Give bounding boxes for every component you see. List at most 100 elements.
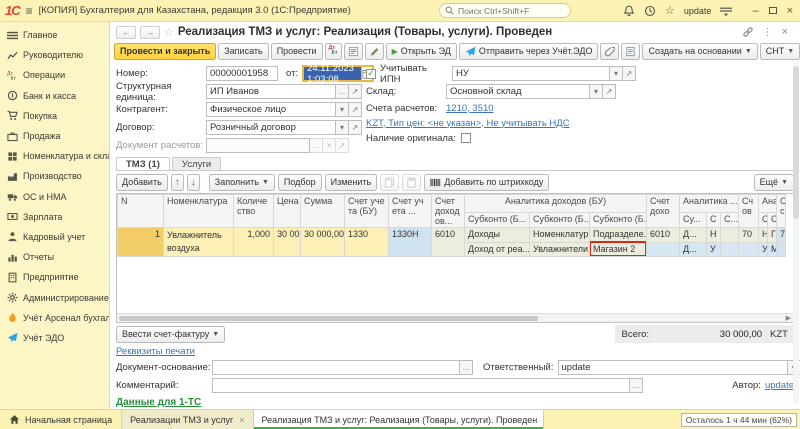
horizontal-scrollbar[interactable]: ▶ <box>117 313 793 322</box>
cell-account-nu[interactable]: 1330Н <box>389 228 432 257</box>
home-page-tab[interactable]: Начальная страница <box>0 410 122 429</box>
open-ed-button[interactable]: ▶Открыть ЭД <box>386 43 457 60</box>
table-row[interactable]: 1 Увлажнитель воздуха 1,000 30 00 30 000… <box>118 228 786 257</box>
cell-subkonto2[interactable]: Номенклатур...Увлажнители... <box>530 228 590 257</box>
cell-income-account-nu[interactable]: 6010 <box>647 228 680 257</box>
comment-field[interactable] <box>212 378 630 393</box>
dropdown-button[interactable]: ▾ <box>590 84 603 99</box>
search-input[interactable] <box>458 6 565 16</box>
paste-rows-button[interactable] <box>402 174 421 191</box>
enter-invoice-button[interactable]: Ввести счет-фактуру▼ <box>116 326 225 343</box>
open-button[interactable]: ↗ <box>349 120 362 135</box>
window-tab-document[interactable]: Реализация ТМЗ и услуг: Реализация (Това… <box>254 410 544 429</box>
cell-a3[interactable] <box>721 228 739 257</box>
edo-state-button[interactable] <box>621 43 640 60</box>
sidebar-item-purchase[interactable]: Покупка <box>0 106 109 126</box>
open-button[interactable]: ↗ <box>336 138 349 153</box>
close-window-button[interactable]: × <box>787 6 793 16</box>
cell-nomenclature[interactable]: Увлажнитель воздуха <box>164 228 234 257</box>
tab-services[interactable]: Услуги <box>172 157 221 170</box>
close-document-icon[interactable]: × <box>782 26 788 38</box>
sidebar-item-edo[interactable]: Учёт ЭДО <box>0 328 109 348</box>
dropdown-button[interactable]: ▾ <box>336 102 349 117</box>
data-1tc-section[interactable]: Данные для 1-ТС <box>110 394 800 409</box>
send-edo-button[interactable]: Отправить через Учёт.ЭДО <box>459 43 599 60</box>
post-button[interactable]: Провести <box>271 43 323 60</box>
add-by-barcode-button[interactable]: Добавить по штрихкоду <box>424 174 549 191</box>
cell-a1[interactable]: Д...Д... <box>680 228 707 257</box>
ipn-checkbox[interactable]: ✓ <box>366 69 376 79</box>
choose-button[interactable]: ... <box>336 84 349 99</box>
sidebar-item-administration[interactable]: Администрирование <box>0 287 109 307</box>
open-button[interactable]: ↗ <box>349 84 362 99</box>
move-down-button[interactable]: ↓ <box>187 174 200 191</box>
open-button[interactable]: ↗ <box>349 102 362 117</box>
scrollbar-thumb[interactable] <box>793 66 799 219</box>
snt-button[interactable]: СНТ▼ <box>760 43 800 60</box>
sidebar-item-enterprise[interactable]: Предприятие <box>0 267 109 287</box>
scrollbar-thumb[interactable] <box>119 316 538 321</box>
sidebar-item-sales[interactable]: Продажа <box>0 126 109 146</box>
close-tab-icon[interactable]: × <box>239 415 244 425</box>
cell-income-account[interactable]: 6010 <box>432 228 465 257</box>
contractor-field[interactable]: Физическое лицо <box>206 102 336 117</box>
attachments-button[interactable] <box>600 43 619 60</box>
cell-subkonto3[interactable]: Подразделе...Магазин 2 <box>590 228 647 257</box>
cell-acc2[interactable]: 70 <box>739 228 759 257</box>
global-search[interactable] <box>439 3 571 18</box>
add-row-button[interactable]: Добавить <box>116 174 168 191</box>
edit-button[interactable] <box>365 43 384 60</box>
settlement-doc-field[interactable] <box>206 138 310 153</box>
cell-b2[interactable]: ГМ <box>768 228 777 257</box>
more-menu-icon[interactable]: ⋮ <box>763 27 773 38</box>
cell-b1[interactable]: НУ <box>759 228 768 257</box>
window-tab-list[interactable]: Реализации ТМЗ и услуг× <box>122 410 253 429</box>
contract-field[interactable]: Розничный договор <box>206 120 336 135</box>
service-menu-icon[interactable] <box>720 5 732 17</box>
notifications-bell-icon[interactable] <box>623 5 635 17</box>
scroll-right-arrow[interactable]: ▶ <box>786 314 793 322</box>
cell-subkonto1[interactable]: ДоходыДоход от реа... <box>465 228 530 257</box>
structural-unit-field[interactable]: ИП Иванов <box>206 84 336 99</box>
ipn-field[interactable]: НУ <box>452 66 610 81</box>
cell-last[interactable]: 7 <box>777 228 786 257</box>
move-up-button[interactable]: ↑ <box>171 174 184 191</box>
number-field[interactable]: 00000001958 <box>206 66 278 81</box>
open-button[interactable]: ↗ <box>603 84 616 99</box>
choose-button[interactable]: ... <box>460 360 473 375</box>
post-and-close-button[interactable]: Провести и закрыть <box>114 43 216 60</box>
write-button[interactable]: Записать <box>218 43 268 60</box>
settlement-accounts-link[interactable]: 1210, 3510 <box>446 103 494 114</box>
sidebar-item-operations[interactable]: ДтКтОперации <box>0 65 109 85</box>
sidebar-item-production[interactable]: Производство <box>0 166 109 186</box>
favorites-star-icon[interactable]: ☆ <box>665 4 675 17</box>
cell-qty[interactable]: 1,000 <box>234 228 274 257</box>
document-register-button[interactable] <box>344 43 363 60</box>
choose-button[interactable]: ... <box>310 138 323 153</box>
grid-more-button[interactable]: Ещё▼ <box>754 174 794 191</box>
sidebar-item-salary[interactable]: Зарплата <box>0 207 109 227</box>
dropdown-button[interactable]: ▾ <box>610 66 623 81</box>
author-link[interactable]: update <box>765 380 794 391</box>
cell-account-bu[interactable]: 1330 <box>345 228 389 257</box>
fill-button[interactable]: Заполнить▼ <box>209 174 275 191</box>
sidebar-item-manager[interactable]: Руководителю <box>0 45 109 65</box>
tab-tmz[interactable]: ТМЗ (1) <box>116 157 170 170</box>
main-menu-icon[interactable]: ≡ <box>26 4 33 18</box>
dt-kt-button[interactable]: ДтКт <box>325 43 342 60</box>
sidebar-item-hr[interactable]: Кадровый учет <box>0 227 109 247</box>
maximize-button[interactable] <box>769 7 777 14</box>
create-on-base-button[interactable]: Создать на основании▼ <box>642 43 757 60</box>
get-link-icon[interactable] <box>742 26 754 38</box>
choose-button[interactable]: ... <box>630 378 643 393</box>
change-button[interactable]: Изменить <box>325 174 378 191</box>
sidebar-item-arsenal[interactable]: Учёт Арсенал бухгалтера <box>0 308 109 328</box>
dropdown-button[interactable]: ▾ <box>336 120 349 135</box>
sidebar-item-reports[interactable]: Отчеты <box>0 247 109 267</box>
favorite-star-icon[interactable]: ☆ <box>164 26 174 39</box>
pick-button[interactable]: Подбор <box>278 174 322 191</box>
sidebar-item-main[interactable]: Главное <box>0 25 109 45</box>
price-type-link[interactable]: KZT, Тип цен: <не указан>, Не учитывать … <box>366 118 570 129</box>
clear-button[interactable]: × <box>323 138 336 153</box>
cell-sum[interactable]: 30 000,00 <box>301 228 345 257</box>
